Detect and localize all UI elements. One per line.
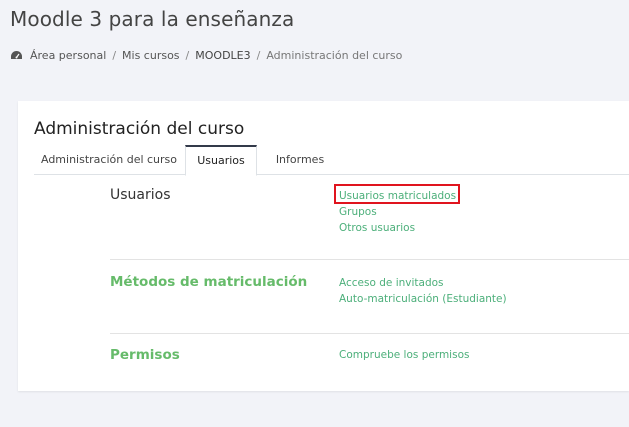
- section-divider: [110, 259, 629, 260]
- breadcrumb-mis-cursos[interactable]: Mis cursos: [122, 49, 180, 62]
- section-heading-usuarios: Usuarios: [110, 187, 171, 203]
- link-usuarios-matriculados[interactable]: Usuarios matriculados: [339, 190, 456, 202]
- link-otros-usuarios[interactable]: Otros usuarios: [339, 222, 415, 234]
- dashboard-icon[interactable]: [10, 50, 23, 62]
- tab-administracion-curso[interactable]: Administración del curso: [34, 145, 184, 174]
- tab-bar: Administración del curso Usuarios Inform…: [34, 145, 629, 176]
- breadcrumb-separator: /: [112, 49, 117, 62]
- link-compruebe-permisos[interactable]: Compruebe los permisos: [339, 349, 469, 361]
- section-divider: [110, 333, 629, 334]
- link-grupos[interactable]: Grupos: [339, 206, 377, 218]
- breadcrumb-current: Administración del curso: [266, 49, 403, 62]
- tab-informes[interactable]: Informes: [270, 145, 330, 174]
- site-title: Moodle 3 para la enseñanza: [10, 7, 295, 31]
- section-heading-permisos: Permisos: [110, 347, 180, 363]
- section-heading-metodos-matriculacion: Métodos de matriculación: [110, 274, 308, 290]
- breadcrumb: Área personal / Mis cursos / MOODLE3 / A…: [10, 49, 402, 62]
- breadcrumb-separator: /: [185, 49, 190, 62]
- breadcrumb-separator: /: [256, 49, 261, 62]
- link-auto-matriculacion[interactable]: Auto-matriculación (Estudiante): [339, 293, 507, 305]
- link-acceso-invitados[interactable]: Acceso de invitados: [339, 277, 444, 289]
- breadcrumb-area-personal[interactable]: Área personal: [30, 49, 106, 62]
- course-admin-card: Administración del curso Administración …: [18, 101, 629, 391]
- page-title: Administración del curso: [34, 119, 245, 139]
- tab-usuarios[interactable]: Usuarios: [185, 145, 257, 176]
- breadcrumb-course[interactable]: MOODLE3: [195, 49, 250, 62]
